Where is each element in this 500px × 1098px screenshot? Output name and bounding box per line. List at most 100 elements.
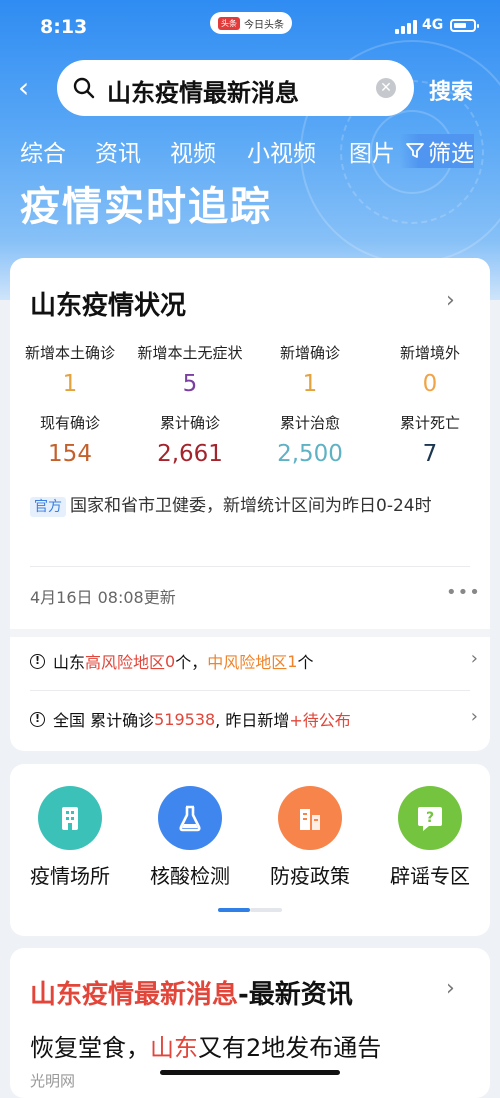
stat-value: 0 <box>422 371 438 397</box>
search-bar: ‹ 山东疫情最新消息 ✕ 搜索 <box>0 60 500 118</box>
app-badge[interactable]: 头条 今日头条 <box>210 12 292 34</box>
search-input[interactable]: 山东疫情最新消息 ✕ <box>57 60 414 116</box>
policy-building-icon <box>278 786 342 850</box>
app-logo: 头条 <box>218 16 240 30</box>
services-card: 疫情场所 核酸检测 防疫政策 ? 辟谣专区 <box>10 764 490 936</box>
service-label: 疫情场所 <box>30 864 110 888</box>
alert-national-total[interactable]: ! 全国 累计确诊 519538, 昨日新增 +待公布 › <box>30 704 480 734</box>
question-icon: ? <box>398 786 462 850</box>
stat-value: 2,661 <box>157 441 223 467</box>
news-card-chevron-icon[interactable]: › <box>446 976 455 1001</box>
status-card-title[interactable]: 山东疫情状况 <box>30 285 186 322</box>
alert-prefix: 山东 <box>53 653 86 672</box>
national-total: 519538 <box>154 709 216 729</box>
service-rumor[interactable]: ? 辟谣专区 <box>370 786 490 889</box>
search-query: 山东疫情最新消息 <box>107 79 299 107</box>
page-indicator <box>218 908 282 912</box>
status-card: 山东疫情状况 › 新增本土确诊 1 新增本土无症状 5 新增确诊 1 新增境外 … <box>10 258 490 751</box>
divider <box>30 566 470 567</box>
tab-news[interactable]: 资讯 <box>95 134 141 168</box>
status-card-chevron-icon[interactable]: › <box>446 288 455 313</box>
flask-icon <box>158 786 222 850</box>
stat-value: 2,500 <box>277 441 343 467</box>
chevron-right-icon: › <box>470 648 478 669</box>
svg-text:?: ? <box>426 810 434 826</box>
service-label: 防疫政策 <box>270 864 350 888</box>
clock: 8:13 <box>40 16 88 38</box>
search-icon <box>73 77 95 99</box>
headline-post: 又有2地发布通告 <box>198 1034 382 1062</box>
stat-value: 1 <box>302 371 318 397</box>
stat-label: 新增本土确诊 <box>24 344 115 362</box>
stat-total-recovered: 累计治愈 2,500 <box>250 412 370 467</box>
stat-label: 累计死亡 <box>399 414 460 432</box>
tab-short-video[interactable]: 小视频 <box>247 134 316 168</box>
tab-video[interactable]: 视频 <box>170 134 216 168</box>
stat-label: 累计治愈 <box>279 414 340 432</box>
official-tag: 官方 <box>30 497 66 517</box>
headline-pre: 恢复堂食， <box>30 1034 150 1062</box>
tab-all[interactable]: 综合 <box>20 134 66 168</box>
service-label: 核酸检测 <box>150 864 230 888</box>
clear-icon[interactable]: ✕ <box>376 78 396 98</box>
service-venues[interactable]: 疫情场所 <box>10 786 130 889</box>
stat-new-local-confirmed: 新增本土确诊 1 <box>10 342 130 397</box>
headline-keyword: 山东 <box>150 1034 198 1062</box>
stat-label: 新增本土无症状 <box>137 344 243 362</box>
chevron-right-icon: › <box>470 706 478 727</box>
stat-label: 现有确诊 <box>39 414 100 432</box>
filter-label: 筛选 <box>428 141 474 167</box>
stat-current-confirmed: 现有确诊 154 <box>10 412 130 467</box>
tab-images[interactable]: 图片 <box>349 134 395 168</box>
section-gap <box>10 629 490 637</box>
more-icon[interactable]: ••• <box>446 582 481 603</box>
network-label: 4G <box>422 17 444 33</box>
official-text: 国家和省市卫健委，新增统计区间为昨日0-24时 <box>70 496 432 516</box>
stat-new-confirmed: 新增确诊 1 <box>250 342 370 397</box>
building-icon <box>38 786 102 850</box>
high-risk-label: 高风险地区 <box>85 653 166 672</box>
stat-total-deaths: 累计死亡 7 <box>370 412 490 467</box>
news-source: 光明网 <box>30 1072 76 1090</box>
service-label: 辟谣专区 <box>390 864 470 888</box>
stat-value: 5 <box>182 371 198 397</box>
alert-separator: 个， <box>175 653 208 672</box>
official-source-note: 官方 国家和省市卫健委，新增统计区间为昨日0-24时 <box>30 490 470 523</box>
stat-value: 7 <box>422 441 438 467</box>
alert-icon: ! <box>30 653 45 669</box>
news-card-title: 山东疫情最新消息-最新资讯 <box>30 974 353 1011</box>
national-new: +待公布 <box>289 711 351 730</box>
alert-suffix: 个 <box>297 653 314 672</box>
news-headline[interactable]: 恢复堂食，山东又有2地发布通告 <box>30 1028 381 1063</box>
mid-risk-label: 中风险地区 <box>207 653 288 672</box>
stat-label: 累计确诊 <box>159 414 220 432</box>
search-button[interactable]: 搜索 <box>429 74 473 106</box>
alert-risk-areas[interactable]: ! 山东 高风险地区 0 个， 中风险地区 1 个 › <box>30 646 480 676</box>
tab-bar: 综合 资讯 视频 小视频 图片 筛选 <box>0 134 500 170</box>
mid-risk-count: 1 <box>287 651 298 671</box>
news-title-keyword: 山东疫情最新消息 <box>30 980 239 1010</box>
stat-label: 新增境外 <box>399 344 460 362</box>
service-nucleic-test[interactable]: 核酸检测 <box>130 786 250 889</box>
hero-title: 疫情实时追踪 <box>20 184 272 230</box>
high-risk-count: 0 <box>165 651 176 671</box>
stat-value: 154 <box>48 441 92 467</box>
battery-icon <box>450 19 479 32</box>
status-bar: 8:13 头条 今日头条 4G <box>0 0 500 56</box>
stat-total-confirmed: 累计确诊 2,661 <box>130 412 250 467</box>
home-indicator <box>160 1070 340 1075</box>
app-badge-label: 今日头条 <box>244 19 284 31</box>
signal-icon <box>395 20 417 34</box>
filter-button[interactable]: 筛选 <box>400 134 474 168</box>
national-mid: , 昨日新增 <box>215 711 290 730</box>
back-chevron-icon[interactable]: ‹ <box>18 74 29 102</box>
stat-label: 新增确诊 <box>279 344 340 362</box>
divider <box>30 690 470 691</box>
filter-icon <box>406 143 424 158</box>
alert-icon: ! <box>30 711 45 727</box>
news-card[interactable]: 山东疫情最新消息-最新资讯 › 恢复堂食，山东又有2地发布通告 光明网 <box>10 948 490 1098</box>
stat-value: 1 <box>62 371 78 397</box>
news-title-rest: -最新资讯 <box>238 980 353 1010</box>
stat-new-local-asymptomatic: 新增本土无症状 5 <box>130 342 250 397</box>
service-policy[interactable]: 防疫政策 <box>250 786 370 889</box>
